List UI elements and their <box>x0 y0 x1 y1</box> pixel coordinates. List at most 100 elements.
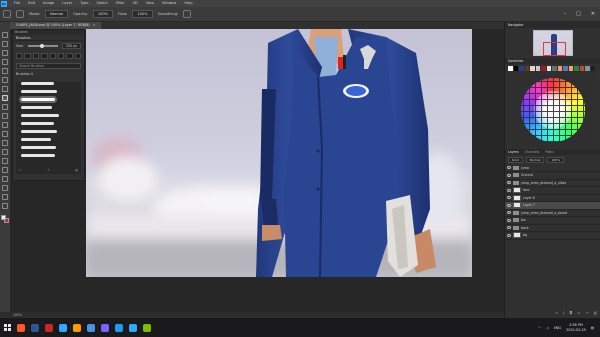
visibility-eye-icon[interactable] <box>507 211 511 215</box>
taskbar-app-icon[interactable] <box>59 323 67 332</box>
color-swatch[interactable] <box>590 66 595 71</box>
recent-brush[interactable] <box>66 53 73 59</box>
layer-row[interactable]: Layer 7 <box>505 202 600 210</box>
menu-window[interactable]: Window <box>158 0 180 7</box>
visibility-eye-icon[interactable] <box>507 181 511 185</box>
taskbar-app-icon[interactable] <box>73 323 81 332</box>
tab-paths[interactable]: Paths <box>545 149 554 155</box>
color-swatches[interactable] <box>1 215 9 224</box>
new-layer-icon[interactable]: + <box>586 311 589 316</box>
visibility-eye-icon[interactable] <box>507 218 511 222</box>
visibility-eye-icon[interactable] <box>507 226 511 230</box>
photoshop-logo[interactable]: Ps <box>1 0 7 7</box>
menu-select[interactable]: Select <box>93 0 112 7</box>
color-swatch[interactable] <box>524 66 529 71</box>
visibility-eye-icon[interactable] <box>507 203 511 207</box>
document-tab[interactable]: CHARE_JAVALand @ 100% (Layer 7, RGB/8) × <box>10 22 102 29</box>
blend-mode-select[interactable]: Normal <box>525 156 545 163</box>
taskbar-app-icon[interactable] <box>17 323 25 332</box>
layer-row[interactable]: back <box>505 225 600 232</box>
recent-brush[interactable] <box>41 53 48 59</box>
visibility-eye-icon[interactable] <box>507 233 511 237</box>
color-swatch[interactable] <box>519 66 524 71</box>
link-layers-icon[interactable]: ∞ <box>555 311 558 316</box>
brush-preset-icon[interactable] <box>3 10 11 18</box>
eraser-tool-icon[interactable] <box>2 122 8 128</box>
hand-tool-icon[interactable] <box>2 194 8 200</box>
windows-start-icon[interactable] <box>4 324 11 331</box>
color-swatch[interactable] <box>552 66 557 71</box>
layer-kind-filter[interactable]: Kind <box>508 156 523 163</box>
taskbar-app-icon[interactable] <box>115 323 123 332</box>
color-swatch[interactable] <box>568 66 573 71</box>
color-swatch[interactable] <box>508 66 513 71</box>
brush-stroke-preview[interactable] <box>21 114 59 117</box>
gradient-tool-icon[interactable] <box>2 131 8 137</box>
brush-stroke-preview[interactable] <box>21 122 54 125</box>
visibility-eye-icon[interactable] <box>507 188 511 192</box>
delete-layer-icon[interactable]: ▥ <box>594 311 597 316</box>
smoothing-options-icon[interactable] <box>183 10 192 18</box>
navigator-thumbnail[interactable] <box>533 30 573 56</box>
fx-icon[interactable]: ƒ <box>563 311 564 316</box>
taskbar-app-icon[interactable] <box>143 323 151 332</box>
taskbar-app-icon[interactable] <box>45 323 53 332</box>
shape-tool-icon[interactable] <box>2 185 8 191</box>
color-swatch[interactable] <box>541 66 546 71</box>
menu-edit[interactable]: Edit <box>24 0 39 7</box>
blur-tool-icon[interactable] <box>2 140 8 146</box>
taskbar-app-icon[interactable] <box>87 323 95 332</box>
flow-input[interactable]: 100% <box>132 10 153 18</box>
recent-brush[interactable] <box>57 53 65 59</box>
menu-help[interactable]: Help <box>180 0 196 7</box>
layer-row[interactable]: Layer 6 <box>505 194 600 202</box>
volume-icon[interactable]: ◁ <box>546 326 549 330</box>
brush-stroke-preview[interactable] <box>21 90 57 93</box>
layer-row[interactable]: fore <box>505 187 600 195</box>
lasso-tool-icon[interactable] <box>2 50 8 56</box>
brush-stroke-preview[interactable] <box>21 138 51 141</box>
layer-row[interactable]: bw <box>505 217 600 225</box>
recent-brush[interactable] <box>49 53 56 59</box>
tab-layers[interactable]: Layers <box>508 149 519 155</box>
recent-brush[interactable] <box>74 53 81 59</box>
artwork-canvas[interactable] <box>86 29 472 277</box>
color-wheel-reference[interactable] <box>511 74 595 147</box>
brush-stroke-preview[interactable] <box>21 106 53 109</box>
menu-layer[interactable]: Layer <box>58 0 76 7</box>
color-swatch[interactable] <box>535 66 540 71</box>
maximize-icon[interactable]: □ <box>576 11 581 17</box>
brush-tool-icon[interactable] <box>2 95 8 101</box>
taskbar-app-icon[interactable] <box>101 323 109 332</box>
brush-size-knob[interactable] <box>39 43 44 48</box>
opacity-input[interactable]: 100% <box>92 10 114 18</box>
new-group-icon[interactable]: ▭ <box>19 168 22 173</box>
navigator-view-frame[interactable] <box>543 42 566 56</box>
menu-type[interactable]: Type <box>76 0 92 7</box>
close-icon[interactable]: ✕ <box>591 11 595 17</box>
color-swatch[interactable] <box>546 66 551 71</box>
visibility-eye-icon[interactable] <box>507 173 511 177</box>
taskbar-clock[interactable]: 2:58 PM 2020-02-29 <box>566 323 586 332</box>
brush-group-name[interactable]: Brushes 4 <box>13 71 84 77</box>
color-swatch[interactable] <box>579 66 584 71</box>
color-swatch[interactable] <box>574 66 579 71</box>
type-tool-icon[interactable] <box>2 167 8 173</box>
color-swatch[interactable] <box>557 66 562 71</box>
color-swatch[interactable] <box>563 66 568 71</box>
layer-row[interactable]: bg <box>505 232 600 240</box>
network-icon[interactable]: ◠ <box>538 326 541 330</box>
clone-stamp-tool-icon[interactable] <box>2 104 8 110</box>
brush-size-value[interactable]: 200 px <box>61 43 81 49</box>
history-brush-tool-icon[interactable] <box>2 113 8 119</box>
menu-image[interactable]: Image <box>39 0 58 7</box>
recent-brush[interactable] <box>32 53 40 59</box>
zoom-tool-icon[interactable] <box>2 203 8 209</box>
layer-row[interactable]: Ground <box>505 172 600 180</box>
healing-tool-icon[interactable] <box>2 86 8 92</box>
brush-stroke-preview[interactable] <box>21 146 57 149</box>
layer-row[interactable]: jump_arms_dressed_a_nikes <box>505 180 600 187</box>
quick-select-tool-icon[interactable] <box>2 59 8 65</box>
menu-filter[interactable]: Filter <box>112 0 129 7</box>
color-swatch[interactable] <box>585 66 590 71</box>
